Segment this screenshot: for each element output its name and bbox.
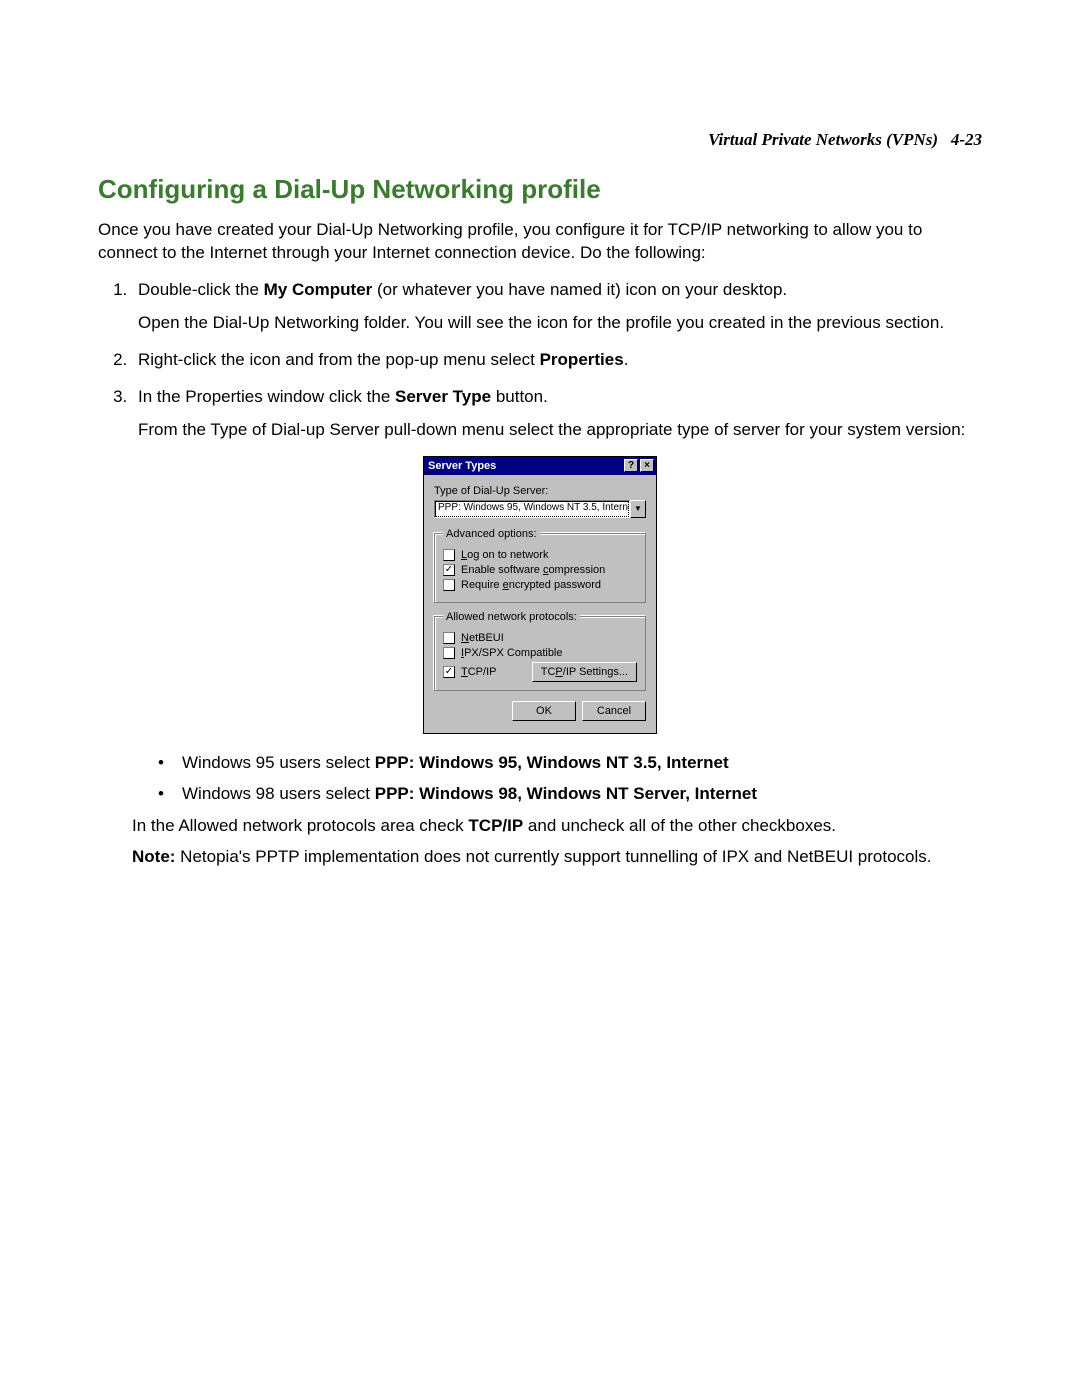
- tail-paragraph-2: Note: Netopia's PPTP implementation does…: [132, 846, 982, 869]
- steps-list: Double-click the My Computer (or whateve…: [98, 279, 982, 442]
- allowed-protocols-group: Allowed network protocols: NetBEUI IPX/S…: [434, 611, 646, 691]
- logon-checkbox[interactable]: [443, 549, 455, 561]
- ipx-checkbox-row[interactable]: IPX/SPX Compatible: [443, 647, 637, 659]
- logon-checkbox-row[interactable]: Log on to network: [443, 549, 637, 561]
- ipx-checkbox[interactable]: [443, 647, 455, 659]
- page-header: Virtual Private Networks (VPNs) 4-23: [98, 130, 982, 150]
- advanced-options-group: Advanced options: Log on to network Enab…: [434, 528, 646, 603]
- tcpip-settings-button[interactable]: TCP/IP Settings...: [532, 662, 637, 682]
- tcpip-checkbox-row[interactable]: TCP/IP: [443, 666, 496, 678]
- cancel-button[interactable]: Cancel: [582, 701, 646, 721]
- type-label: Type of Dial-Up Server:: [434, 485, 646, 497]
- step-1: Double-click the My Computer (or whateve…: [132, 279, 982, 335]
- step-2: Right-click the icon and from the pop-up…: [132, 349, 982, 372]
- chevron-down-icon[interactable]: ▼: [630, 500, 646, 518]
- encrypted-checkbox[interactable]: [443, 579, 455, 591]
- tcpip-checkbox[interactable]: [443, 666, 455, 678]
- server-types-dialog: Server Types ? × Type of Dial-Up Server:…: [423, 456, 657, 734]
- ok-button[interactable]: OK: [512, 701, 576, 721]
- compression-checkbox-row[interactable]: Enable software compression: [443, 564, 637, 576]
- bullet-win95: Windows 95 users select PPP: Windows 95,…: [158, 752, 982, 775]
- page-title: Configuring a Dial-Up Networking profile: [98, 174, 982, 205]
- intro-paragraph: Once you have created your Dial-Up Netwo…: [98, 219, 982, 265]
- close-icon[interactable]: ×: [640, 459, 654, 472]
- tail-paragraph-1: In the Allowed network protocols area ch…: [132, 815, 982, 838]
- netbeui-checkbox[interactable]: [443, 632, 455, 644]
- section-name: Virtual Private Networks (VPNs): [708, 130, 938, 149]
- netbeui-checkbox-row[interactable]: NetBEUI: [443, 632, 637, 644]
- compression-checkbox[interactable]: [443, 564, 455, 576]
- bullet-win98: Windows 98 users select PPP: Windows 98,…: [158, 783, 982, 806]
- step-3: In the Properties window click the Serve…: [132, 386, 982, 442]
- type-select-value: PPP: Windows 95, Windows NT 3.5, Interne…: [434, 500, 630, 518]
- dialog-titlebar: Server Types ? ×: [424, 457, 656, 475]
- bullet-list: Windows 95 users select PPP: Windows 95,…: [98, 752, 982, 806]
- server-types-dialog-figure: Server Types ? × Type of Dial-Up Server:…: [98, 456, 982, 734]
- allowed-protocols-legend: Allowed network protocols:: [443, 611, 580, 623]
- page-number: 4-23: [951, 130, 982, 149]
- step-3-note: From the Type of Dial-up Server pull-dow…: [138, 419, 982, 442]
- help-icon[interactable]: ?: [624, 459, 638, 472]
- advanced-options-legend: Advanced options:: [443, 528, 540, 540]
- encrypted-checkbox-row[interactable]: Require encrypted password: [443, 579, 637, 591]
- dialog-title: Server Types: [428, 460, 622, 472]
- type-select[interactable]: PPP: Windows 95, Windows NT 3.5, Interne…: [434, 500, 646, 518]
- step-1-note: Open the Dial-Up Networking folder. You …: [138, 312, 982, 335]
